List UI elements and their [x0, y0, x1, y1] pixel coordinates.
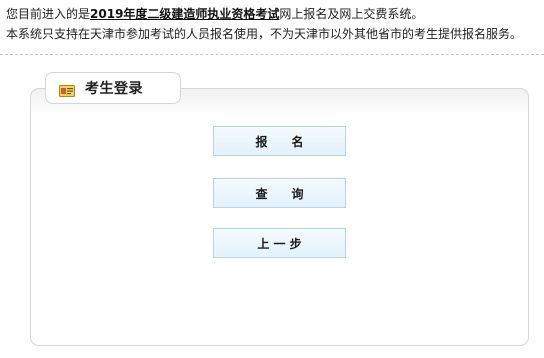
id-card-icon [59, 82, 75, 97]
intro-suffix: 网上报名及网上交费系统。 [279, 7, 424, 21]
exam-name: 2019年度二级建造师执业资格考试 [90, 7, 280, 21]
register-button[interactable]: 报 名 [213, 126, 346, 156]
intro-text: 您目前进入的是2019年度二级建造师执业资格考试网上报名及网上交费系统。 本系统… [6, 4, 540, 44]
panel-title: 考生登录 [85, 81, 143, 97]
back-button[interactable]: 上 一 步 [213, 228, 346, 258]
query-button[interactable]: 查 询 [213, 178, 346, 208]
login-panel-tab: 考生登录 [45, 72, 181, 104]
intro-prefix: 您目前进入的是 [6, 7, 91, 21]
intro-line-1: 您目前进入的是2019年度二级建造师执业资格考试网上报名及网上交费系统。 [6, 4, 540, 24]
intro-line-2: 本系统只支持在天津市参加考试的人员报名使用，不为天津市以外其他省市的考生提供报名… [6, 27, 523, 41]
dashed-divider [0, 54, 544, 55]
